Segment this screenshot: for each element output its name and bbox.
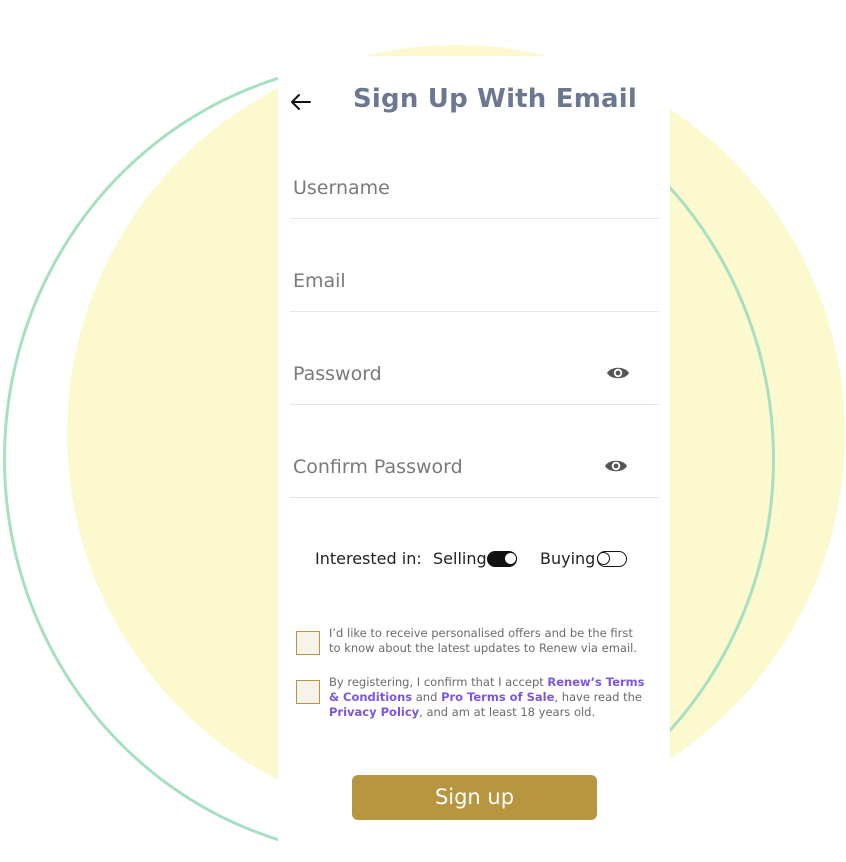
header: Sign Up With Email (278, 56, 670, 146)
terms-consent-text: By registering, I confirm that I accept … (329, 675, 647, 720)
terms-consent-row: By registering, I confirm that I accept … (296, 675, 656, 725)
terms-checkbox[interactable] (296, 680, 320, 704)
arrow-left-icon (291, 94, 311, 110)
privacy-policy-link[interactable]: Privacy Policy (329, 705, 419, 719)
eye-icon (607, 367, 629, 379)
username-field (290, 168, 659, 219)
selling-toggle[interactable] (487, 551, 517, 567)
selling-label: Selling (433, 549, 487, 568)
page-stage: Sign Up With Email Username Email Intere… (0, 0, 846, 862)
offers-consent-text: I’d like to receive personalised offers … (329, 626, 638, 655)
email-field (290, 261, 659, 312)
password-field (290, 354, 659, 405)
email-input[interactable] (293, 261, 593, 301)
signup-button[interactable]: Sign up (352, 775, 597, 820)
terms-mid-text-2: , have read the (554, 690, 642, 704)
toggle-knob (504, 551, 517, 565)
eye-icon (605, 460, 627, 472)
offers-checkbox[interactable] (296, 631, 320, 655)
confirm-password-field (290, 447, 659, 498)
page-title: Sign Up With Email (353, 84, 637, 114)
interest-label: Interested in: (315, 549, 422, 568)
show-password-button[interactable] (605, 362, 631, 384)
username-input[interactable] (293, 168, 593, 208)
offers-consent-row: I’d like to receive personalised offers … (296, 626, 656, 666)
terms-suffix-text: , and am at least 18 years old. (419, 705, 596, 719)
password-input[interactable] (293, 354, 593, 394)
interest-row: Interested in: Selling Buying (278, 548, 670, 572)
toggle-knob (597, 551, 610, 565)
terms-mid-text-1: and (412, 690, 442, 704)
buying-label: Buying (540, 549, 596, 568)
signup-card: Sign Up With Email Username Email Intere… (278, 56, 670, 862)
pro-terms-link[interactable]: Pro Terms of Sale (441, 690, 554, 704)
terms-prefix-text: By registering, I confirm that I accept (329, 675, 548, 689)
back-button[interactable] (288, 90, 314, 114)
buying-toggle[interactable] (597, 551, 627, 567)
confirm-password-input[interactable] (293, 447, 593, 487)
show-confirm-password-button[interactable] (603, 455, 629, 477)
